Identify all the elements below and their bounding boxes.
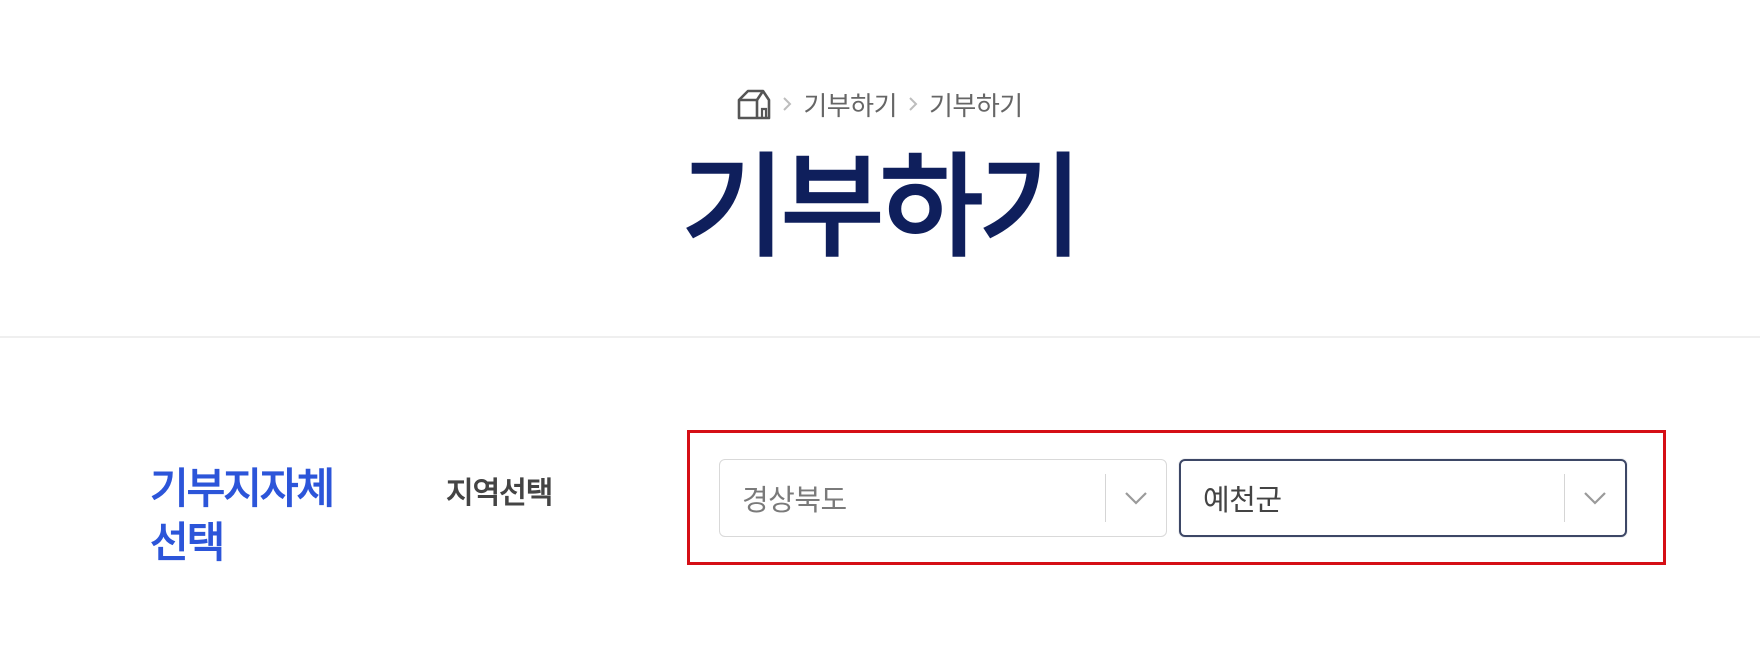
region-field-label: 지역선택	[446, 477, 553, 510]
breadcrumb-item-current[interactable]: 기부하기	[927, 86, 1025, 123]
section-title: 기부지자체 선택	[150, 465, 335, 566]
chevron-down-icon[interactable]	[1565, 459, 1625, 537]
home-icon[interactable]	[735, 86, 773, 122]
divider	[0, 336, 1760, 338]
chevron-right-icon	[899, 86, 927, 122]
chevron-right-icon	[773, 86, 801, 122]
district-select[interactable]: 예천군	[1179, 459, 1627, 537]
breadcrumb: 기부하기 기부하기	[0, 86, 1760, 122]
chevron-down-icon[interactable]	[1106, 459, 1166, 537]
district-select-value: 예천군	[1203, 485, 1282, 517]
page-title: 기부하기	[681, 145, 1082, 270]
province-select-value: 경상북도	[742, 485, 847, 517]
breadcrumb-item-donate[interactable]: 기부하기	[801, 86, 899, 123]
province-select[interactable]: 경상북도	[719, 459, 1167, 537]
